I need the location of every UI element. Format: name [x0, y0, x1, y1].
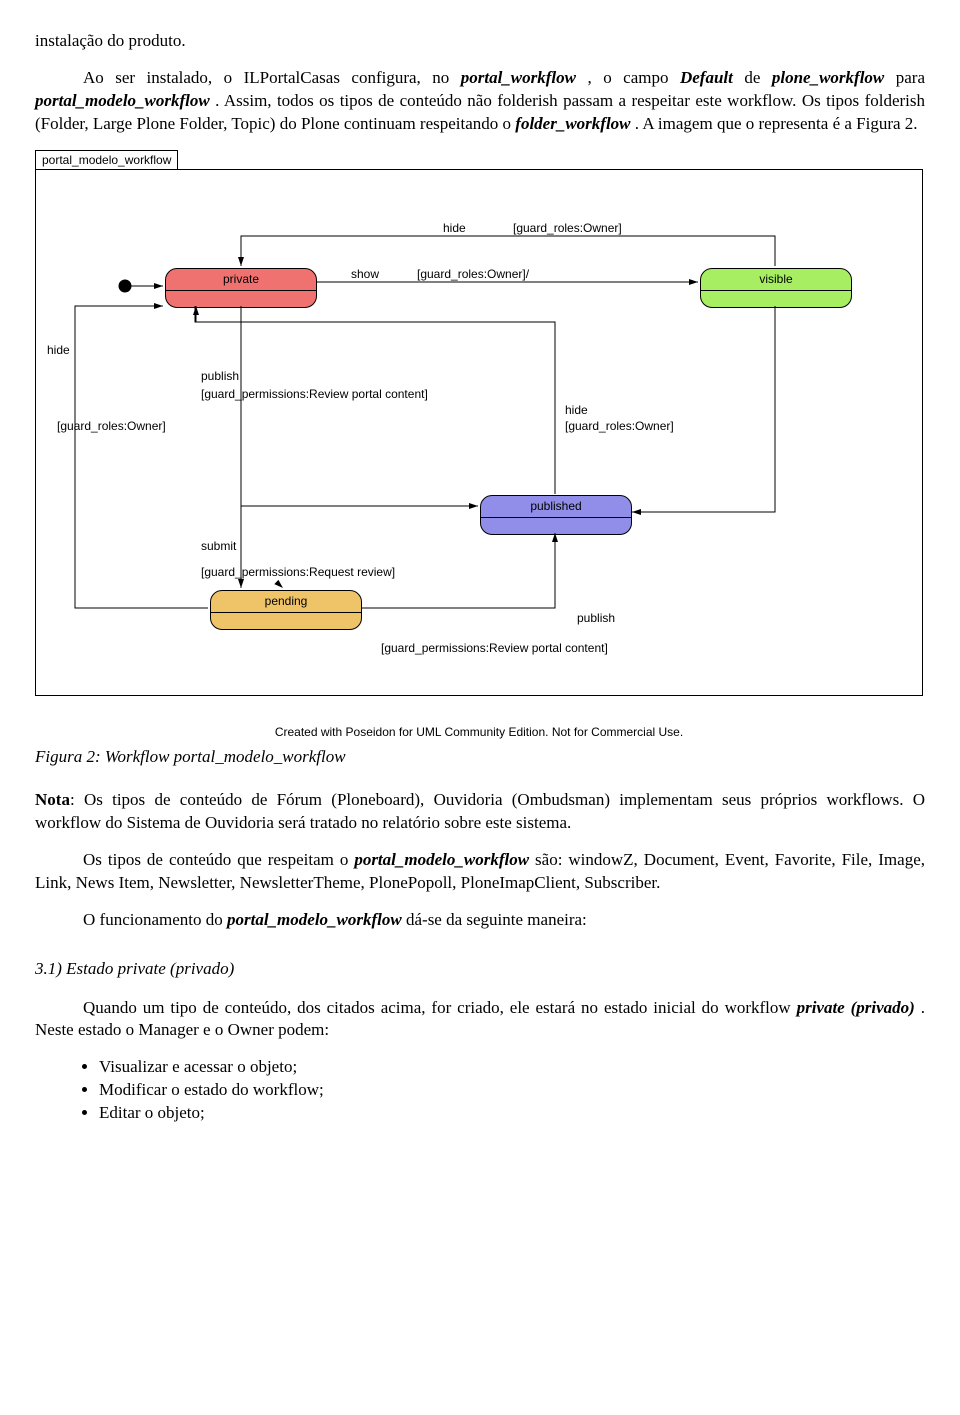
diagram-credit: Created with Poseidon for UML Community …	[35, 724, 923, 740]
term-default: Default	[680, 68, 733, 87]
term-plone-workflow: plone_workflow	[772, 68, 884, 87]
text: : Os tipos de conteúdo de Fórum (Plonebo…	[35, 790, 925, 832]
paragraph-tipos: Os tipos de conteúdo que respeitam o por…	[35, 849, 925, 895]
diagram-arrows	[35, 150, 923, 720]
figure-caption: Figura 2: Workflow portal_modelo_workflo…	[35, 746, 925, 769]
text: O funcionamento do	[83, 910, 227, 929]
paragraph-2: Ao ser instalado, o ILPortalCasas config…	[35, 67, 925, 136]
bullet-list: Visualizar e acessar o objeto; Modificar…	[35, 1056, 925, 1125]
paragraph-private: Quando um tipo de conteúdo, dos citados …	[35, 997, 925, 1043]
bullet-1: Visualizar e acessar o objeto;	[99, 1056, 925, 1079]
paragraph-funcionamento: O funcionamento do portal_modelo_workflo…	[35, 909, 925, 932]
text: Ao ser instalado, o ILPortalCasas config…	[83, 68, 461, 87]
term-portal-modelo-workflow-3: portal_modelo_workflow	[227, 910, 402, 929]
bullet-3: Editar o objeto;	[99, 1102, 925, 1125]
workflow-diagram: portal_modelo_workflow private visible p…	[35, 150, 925, 740]
paragraph-nota: Nota: Os tipos de conteúdo de Fórum (Plo…	[35, 789, 925, 835]
term-portal-modelo-workflow-2: portal_modelo_workflow	[354, 850, 529, 869]
term-portal-workflow: portal_workflow	[461, 68, 576, 87]
text: , o campo	[587, 68, 679, 87]
text: para	[896, 68, 925, 87]
text: de	[744, 68, 772, 87]
nota-label: Nota	[35, 790, 70, 809]
bullet-2: Modificar o estado do workflow;	[99, 1079, 925, 1102]
text: dá-se da seguinte maneira:	[406, 910, 587, 929]
term-portal-modelo-workflow: portal_modelo_workflow	[35, 91, 210, 110]
term-folder-workflow: folder_workflow	[515, 114, 630, 133]
text: Os tipos de conteúdo que respeitam o	[83, 850, 354, 869]
paragraph-1: instalação do produto.	[35, 30, 925, 53]
text: Quando um tipo de conteúdo, dos citados …	[83, 998, 797, 1017]
text: instalação do produto.	[35, 31, 186, 50]
text: . A imagem que o representa é a Figura 2…	[635, 114, 918, 133]
section-3-1-title: 3.1) Estado private (privado)	[35, 958, 925, 981]
term-private-privado: private (privado)	[797, 998, 915, 1017]
